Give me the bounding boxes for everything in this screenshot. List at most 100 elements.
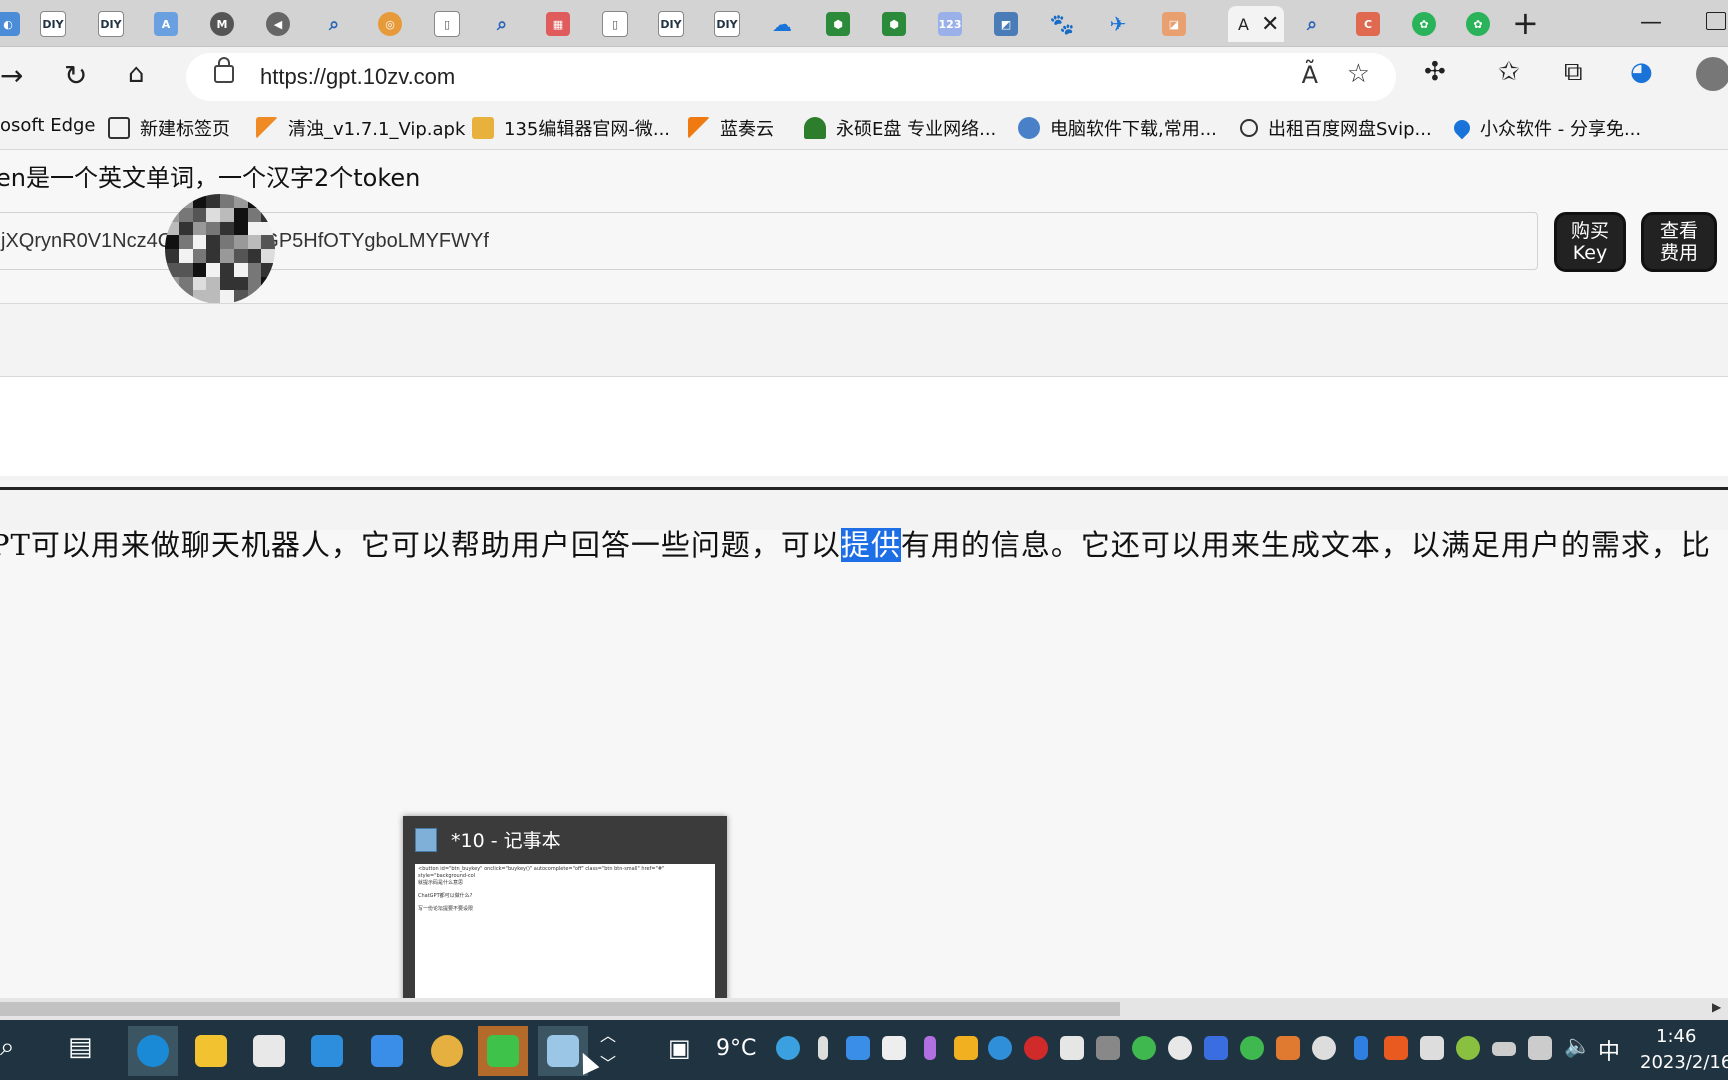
browser-tab[interactable]: ☁ <box>760 6 814 42</box>
preview-thumbnail[interactable]: <button id="btn_buykey" onclick="buykey(… <box>415 864 715 1010</box>
browser-tab[interactable]: ⌕ <box>1290 6 1344 42</box>
refresh-icon[interactable]: ↻ <box>64 59 87 92</box>
new-tab-button[interactable]: + <box>1512 4 1539 42</box>
active-browser-tab[interactable]: A ✕ <box>1228 6 1284 42</box>
bookmark-item[interactable]: 小众软件 - 分享免... <box>1450 115 1641 141</box>
microphone-icon[interactable] <box>924 1036 936 1060</box>
browser-tab[interactable]: DIY <box>648 6 702 42</box>
browser-tab[interactable]: ◪ <box>1152 6 1206 42</box>
browser-tab[interactable]: M <box>200 6 254 42</box>
overflow-chevron-icon[interactable]: ︿ ﹀ <box>600 1022 616 1078</box>
tray-app-icon[interactable] <box>1456 1036 1480 1060</box>
tray-app-icon[interactable] <box>1276 1036 1300 1060</box>
browser-tab[interactable]: DIY <box>88 6 142 42</box>
browser-tab[interactable]: DIY <box>704 6 758 42</box>
edge-icon[interactable]: ◕ <box>1630 57 1653 87</box>
mosaic-cell <box>233 249 248 263</box>
bookmark-item[interactable]: 新建标签页 <box>108 115 230 141</box>
taskbar-chrome[interactable] <box>422 1026 472 1076</box>
tray-app-icon[interactable] <box>1384 1036 1408 1060</box>
horizontal-scrollbar[interactable]: ▶ <box>0 998 1728 1020</box>
bookmark-item[interactable]: 135编辑器官网-微... <box>472 115 670 141</box>
browser-tab[interactable]: ✿ <box>1402 6 1456 42</box>
security-icon[interactable] <box>1420 1036 1444 1060</box>
browser-tab[interactable]: ⌕ <box>312 6 366 42</box>
cloud-icon[interactable] <box>1204 1036 1228 1060</box>
onedrive-icon[interactable] <box>1312 1036 1336 1060</box>
clock-time[interactable]: 1:46 <box>1656 1026 1696 1047</box>
favorites-icon[interactable]: ✩ <box>1498 57 1520 87</box>
bookmark-item[interactable]: 电脑软件下载,常用... <box>1018 115 1217 141</box>
taskbar-edge[interactable] <box>128 1026 178 1076</box>
weather-temperature[interactable]: 9°C <box>716 1036 756 1061</box>
close-tab-icon[interactable]: ✕ <box>1261 12 1279 37</box>
browser-tab[interactable]: ◎ <box>368 6 422 42</box>
telegram-icon[interactable] <box>988 1036 1012 1060</box>
tray-app-icon[interactable] <box>1024 1036 1048 1060</box>
add-favorite-icon[interactable]: ☆ <box>1347 59 1370 89</box>
forward-arrow-icon[interactable]: → <box>0 59 23 92</box>
lock-icon[interactable] <box>214 57 234 83</box>
browser-tab[interactable]: 123 <box>928 6 982 42</box>
shield-icon[interactable] <box>954 1036 978 1060</box>
bookmark-item[interactable]: 出租百度网盘Svip... <box>1240 115 1432 141</box>
browser-tab[interactable]: ⬢ <box>872 6 926 42</box>
clock-date[interactable]: 2023/2/16 <box>1640 1052 1728 1073</box>
extensions-icon[interactable]: ✣ <box>1424 57 1446 87</box>
browser-tab[interactable]: ▯ <box>592 6 646 42</box>
scrollbar-thumb[interactable] <box>0 1002 1120 1016</box>
view-cost-button[interactable]: 查看 费用 <box>1641 212 1717 272</box>
address-bar[interactable]: https://gpt.10zv.com A͂ ☆ <box>186 53 1396 101</box>
home-icon[interactable]: ⌂ <box>128 59 145 89</box>
task-view-icon[interactable]: ▤ <box>68 1032 93 1062</box>
browser-tab[interactable]: ▯ <box>424 6 478 42</box>
prompt-input-area[interactable] <box>0 377 1728 476</box>
notepad-taskbar-preview[interactable]: *10 - 记事本 <button id="btn_buykey" onclic… <box>403 816 727 1020</box>
browser-tab[interactable]: 🐾 <box>1040 6 1094 42</box>
browser-tab[interactable]: C <box>1346 6 1400 42</box>
input-method-indicator[interactable]: 中 <box>1598 1034 1620 1066</box>
taskbar-mail[interactable] <box>302 1026 352 1076</box>
taskbar-file-explorer[interactable] <box>186 1026 236 1076</box>
browser-tab[interactable]: ⬢ <box>816 6 870 42</box>
browser-tab[interactable]: ✿ <box>1456 6 1510 42</box>
bookmark-item[interactable]: osoft Edge <box>0 115 96 136</box>
tray-app-icon[interactable] <box>846 1036 870 1060</box>
browser-tab[interactable]: ⌕ <box>480 6 534 42</box>
tray-app-icon[interactable] <box>1168 1036 1192 1060</box>
wechat-icon[interactable] <box>1240 1036 1264 1060</box>
bookmark-item[interactable]: 永硕E盘 专业网络... <box>804 115 996 141</box>
bluetooth-icon[interactable] <box>1354 1036 1368 1060</box>
profile-avatar[interactable] <box>1696 57 1728 91</box>
maximize-icon[interactable] <box>1706 12 1726 30</box>
volume-icon[interactable]: 🔈 <box>1564 1034 1591 1059</box>
taskbar-store[interactable] <box>244 1026 294 1076</box>
browser-tab[interactable]: ✈ <box>1096 6 1150 42</box>
collections-icon[interactable]: ⧉ <box>1564 57 1583 88</box>
tray-app-icon[interactable] <box>882 1036 906 1060</box>
prompt-panel[interactable] <box>0 304 1728 530</box>
tray-app-icon[interactable] <box>1060 1036 1084 1060</box>
taskbar-bird-app[interactable] <box>362 1026 412 1076</box>
read-aloud-icon[interactable]: A͂ <box>1302 61 1318 89</box>
display-icon[interactable] <box>1096 1036 1120 1060</box>
network-icon[interactable] <box>1528 1036 1552 1060</box>
microphone-icon[interactable] <box>818 1036 828 1060</box>
bookmark-item[interactable]: 蓝奏云 <box>688 115 774 141</box>
search-icon[interactable]: ⌕ <box>0 1032 15 1063</box>
browser-tab[interactable]: A <box>144 6 198 42</box>
scroll-right-arrow-icon[interactable]: ▶ <box>1712 1000 1721 1014</box>
browser-tab[interactable]: ◩ <box>984 6 1038 42</box>
weather-icon[interactable]: ▣ <box>668 1034 691 1062</box>
wechat-icon[interactable] <box>1132 1036 1156 1060</box>
minimize-icon[interactable]: — <box>1640 10 1662 35</box>
browser-tab[interactable]: DIY <box>30 6 84 42</box>
buy-key-button[interactable]: 购买 Key <box>1554 212 1626 272</box>
tray-app-icon[interactable] <box>776 1036 800 1060</box>
url-text[interactable]: https://gpt.10zv.com <box>260 64 455 90</box>
battery-icon[interactable] <box>1492 1042 1516 1056</box>
browser-tab[interactable]: ◀ <box>256 6 310 42</box>
browser-tab[interactable]: ▦ <box>536 6 590 42</box>
taskbar-wechat[interactable] <box>478 1026 528 1076</box>
bookmark-item[interactable]: 清浊_v1.7.1_Vip.apk <box>256 115 465 141</box>
